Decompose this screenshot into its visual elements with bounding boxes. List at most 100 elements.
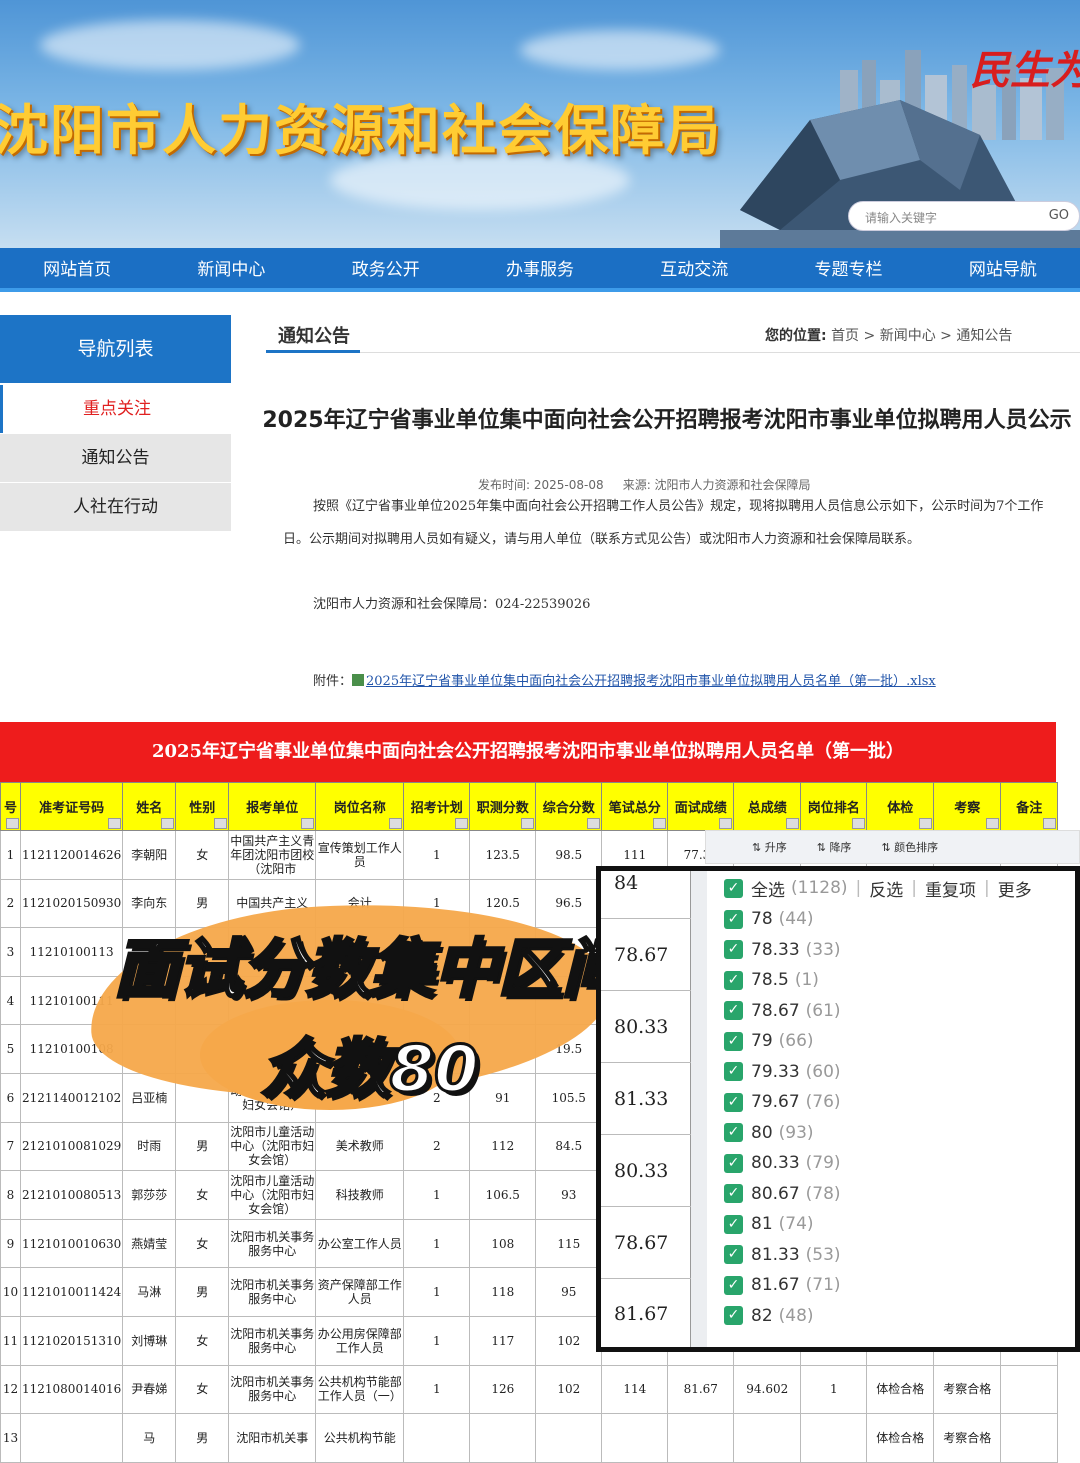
table-cell[interactable]: 1 [403, 830, 471, 880]
table-cell[interactable]: 李朝阳 [122, 830, 177, 880]
nav-services[interactable]: 办事服务 [463, 248, 617, 288]
table-cell[interactable]: 公共机构节能 [315, 1413, 405, 1463]
nav-sitemap[interactable]: 网站导航 [926, 248, 1080, 288]
table-cell[interactable]: 中国共产主义青年团沈阳市团校（沈阳市 [228, 830, 317, 880]
table-cell[interactable] [667, 1413, 735, 1463]
table-cell[interactable]: 93 [535, 1170, 603, 1220]
table-cell[interactable]: 男 [175, 1413, 230, 1463]
checkbox-checked-icon[interactable]: ✓ [724, 1123, 743, 1142]
table-cell[interactable]: 沈阳市儿童活动中心（沈阳市妇女会馆） [228, 1170, 317, 1220]
table-cell[interactable]: 沈阳市机关事务服务中心 [228, 1218, 317, 1269]
checkbox-checked-icon[interactable]: ✓ [724, 1153, 743, 1173]
column-header[interactable]: 综合分数 [535, 782, 603, 831]
table-cell[interactable]: 刘博琳 [122, 1315, 177, 1366]
table-cell[interactable]: 1121080014016 [19, 1364, 124, 1415]
table-cell[interactable]: 2121010080513 [19, 1170, 124, 1220]
table-cell[interactable] [733, 1413, 802, 1463]
table-cell[interactable]: 沈阳市机关事务服务中心 [228, 1267, 317, 1317]
filter-option[interactable]: ✓ 79 (66) [724, 1029, 814, 1053]
filter-option[interactable]: ✓ 78.67 (61) [724, 999, 841, 1023]
sort-color-button[interactable]: ⇅ 颜色排序 [881, 839, 938, 855]
nav-news[interactable]: 新闻中心 [154, 248, 308, 288]
filter-option[interactable]: ✓ 79.67 (76) [724, 1090, 841, 1114]
filter-option[interactable]: ✓ 81.67 (71) [724, 1273, 841, 1297]
table-cell[interactable]: 1 [403, 1267, 471, 1317]
column-header[interactable]: 备注 [1000, 782, 1059, 831]
filter-option[interactable]: ✓ 80.33 (79) [724, 1151, 841, 1175]
sort-descending-button[interactable]: ⇅ 降序 [817, 839, 852, 855]
table-cell[interactable]: 女 [175, 1315, 230, 1366]
filter-select-all[interactable]: 全选 [751, 876, 785, 901]
checkbox-checked-icon[interactable]: ✓ [724, 1275, 743, 1295]
table-cell[interactable]: 尹春娣 [122, 1364, 177, 1415]
filter-more-button[interactable]: 更多 [998, 876, 1032, 901]
table-cell[interactable]: 94.602 [733, 1364, 802, 1415]
table-cell[interactable]: 1 [800, 1364, 868, 1415]
table-cell[interactable]: 8 [0, 1170, 21, 1220]
table-cell[interactable]: 时雨 [122, 1121, 177, 1172]
column-header[interactable]: 笔试总分 [601, 782, 669, 831]
sidebar-item-notices[interactable]: 通知公告 [0, 434, 231, 482]
attachment-link[interactable]: 2025年辽宁省事业单位集中面向社会公开招聘报考沈阳市事业单位拟聘用人员名单（第… [366, 674, 936, 689]
column-header[interactable]: 招考计划 [403, 782, 471, 831]
table-cell[interactable] [601, 1413, 669, 1463]
column-header[interactable]: 考察 [933, 782, 1002, 831]
breadcrumb-path[interactable]: 首页 > 新闻中心 > 通知公告 [831, 328, 1012, 344]
table-cell[interactable]: 126 [469, 1364, 537, 1415]
column-header[interactable]: 报考单位 [228, 782, 317, 831]
zoomed-score-cell[interactable]: 81.33 [601, 1063, 691, 1135]
table-cell[interactable]: 118 [469, 1267, 537, 1317]
table-cell[interactable]: 沈阳市机关事务服务中心 [228, 1315, 317, 1366]
table-cell[interactable]: 102 [535, 1315, 603, 1366]
filter-invert-button[interactable]: 反选 [869, 876, 903, 901]
table-cell[interactable]: 112 [469, 1121, 537, 1172]
table-cell[interactable]: 10 [0, 1267, 21, 1317]
search-input[interactable]: 请输入关键字 [865, 209, 937, 226]
table-cell[interactable]: 女 [175, 1364, 230, 1415]
table-cell[interactable] [800, 1413, 868, 1463]
checkbox-checked-icon[interactable]: ✓ [724, 1031, 743, 1051]
table-cell[interactable]: 102 [535, 1364, 603, 1415]
table-cell[interactable] [1000, 1364, 1059, 1415]
sidebar-item-actions[interactable]: 人社在行动 [0, 483, 231, 531]
table-cell[interactable]: 117 [469, 1315, 537, 1366]
table-cell[interactable]: 108 [469, 1218, 537, 1269]
table-cell[interactable]: 13 [0, 1413, 21, 1463]
table-cell[interactable]: 科技教师 [315, 1170, 405, 1220]
checkbox-checked-icon[interactable]: ✓ [724, 1062, 743, 1081]
table-cell[interactable]: 114 [601, 1364, 669, 1415]
filter-option[interactable]: ✓ 82 (48) [724, 1304, 814, 1328]
filter-option[interactable]: ✓ 80.67 (78) [724, 1182, 841, 1206]
table-cell[interactable]: 1 [403, 1364, 471, 1415]
checkbox-checked-icon[interactable]: ✓ [724, 909, 743, 929]
checkbox-checked-icon[interactable]: ✓ [724, 940, 743, 959]
table-cell[interactable]: 1 [403, 1315, 471, 1366]
table-cell[interactable]: 9 [0, 1218, 21, 1269]
zoomed-score-cell[interactable]: 80.33 [601, 1135, 691, 1207]
checkbox-checked-icon[interactable]: ✓ [724, 878, 743, 898]
filter-option[interactable]: ✓ 78.33 (33) [724, 938, 841, 962]
column-header[interactable]: 姓名 [122, 782, 177, 831]
table-cell[interactable]: 1 [403, 1170, 471, 1220]
table-cell[interactable]: 考察合格 [933, 1413, 1002, 1463]
table-cell[interactable]: 办公室工作人员 [315, 1218, 405, 1269]
table-cell[interactable]: 1 [403, 1218, 471, 1269]
table-cell[interactable]: 106.5 [469, 1170, 537, 1220]
filter-option[interactable]: ✓ 81 (74) [724, 1212, 814, 1236]
table-cell[interactable]: 女 [175, 830, 230, 880]
table-cell[interactable]: 宣传策划工作人员 [315, 830, 405, 880]
table-cell[interactable]: 美术教师 [315, 1121, 405, 1172]
column-header[interactable]: 面试成绩 [667, 782, 735, 831]
table-cell[interactable]: 男 [175, 1267, 230, 1317]
table-cell[interactable] [19, 1413, 124, 1463]
table-cell[interactable]: 1121010011424 [19, 1267, 124, 1317]
table-cell[interactable] [535, 1413, 603, 1463]
table-cell[interactable]: 郭莎莎 [122, 1170, 177, 1220]
nav-interaction[interactable]: 互动交流 [617, 248, 771, 288]
table-cell[interactable]: 2121010081029 [19, 1121, 124, 1172]
filter-option[interactable]: ✓ 78 (44) [724, 907, 814, 931]
table-cell[interactable]: 沈阳市机关事 [228, 1413, 317, 1463]
column-header[interactable]: 准考证号码 [19, 782, 124, 831]
table-cell[interactable]: 马 [122, 1413, 177, 1463]
table-cell[interactable]: 体检合格 [866, 1413, 935, 1463]
